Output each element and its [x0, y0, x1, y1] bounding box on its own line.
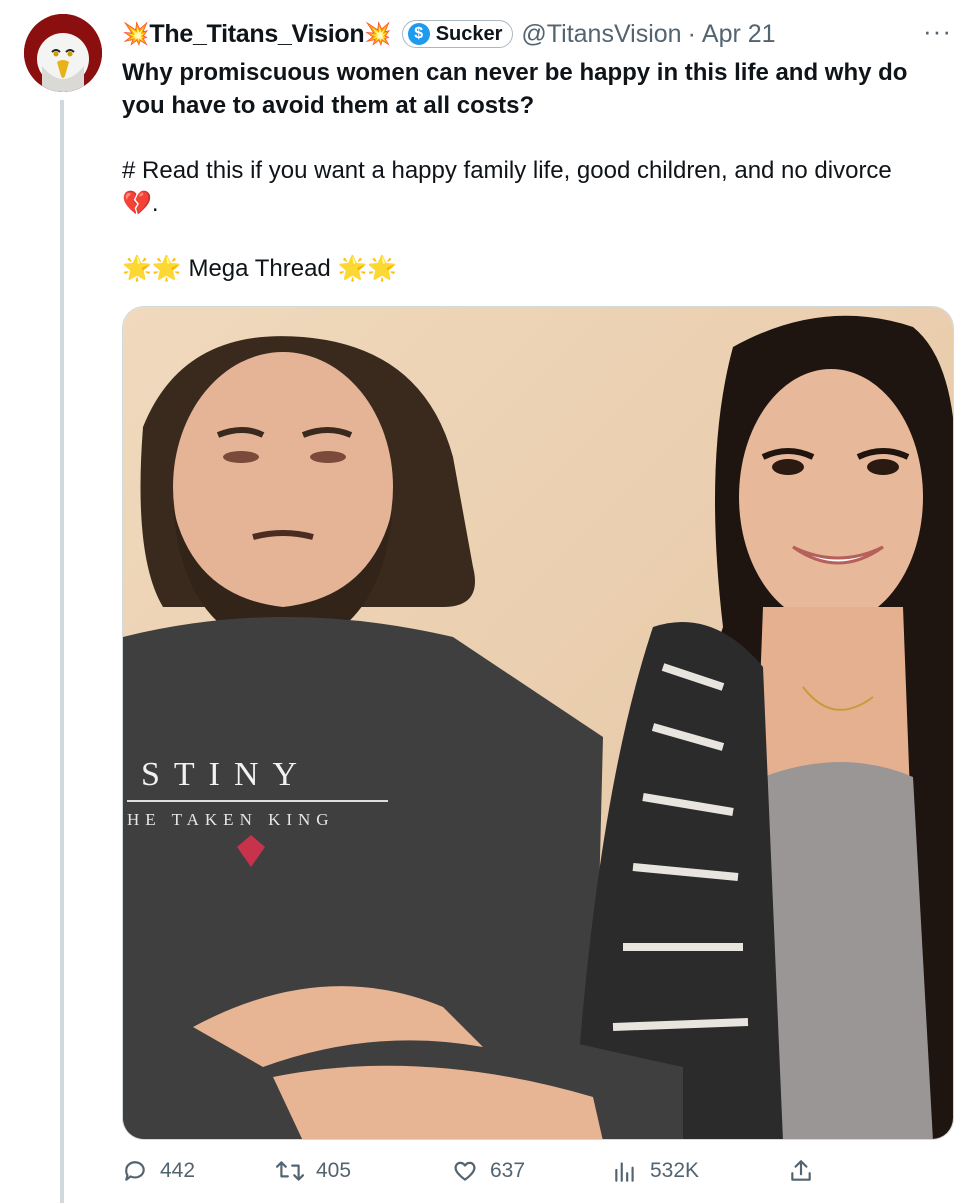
badge-label: Sucker: [435, 22, 503, 45]
user-handle[interactable]: @TitansVision: [521, 20, 681, 49]
photo-illustration: STINY HE TAKEN KING: [123, 307, 953, 1139]
mega-thread-line: 🌟🌟 Mega Thread 🌟🌟: [122, 252, 952, 285]
views-button[interactable]: 532K: [612, 1158, 699, 1184]
separator-dot: ·: [687, 19, 696, 48]
thread-line: [60, 100, 64, 1203]
share-icon: [791, 1160, 811, 1181]
shirt-subtext: HE TAKEN KING: [127, 810, 335, 829]
tweet-title: Why promiscuous women can never be happy…: [122, 59, 908, 119]
view-count: 532K: [650, 1159, 700, 1182]
repost-count: 405: [316, 1159, 352, 1182]
shirt-text: STINY: [141, 756, 311, 793]
tweet-actions: 442 405 637 532K: [122, 1158, 952, 1194]
dollar-icon: $: [407, 23, 430, 45]
reply-button[interactable]: 442: [122, 1158, 195, 1184]
reply-count: 442: [160, 1159, 196, 1182]
like-count: 637: [490, 1159, 526, 1182]
tweet-date[interactable]: Apr 21: [702, 20, 776, 49]
tweet-line-text: # Read this if you want a happy family l…: [122, 157, 892, 184]
line-end-period: .: [151, 190, 159, 217]
repost-icon: [276, 1161, 304, 1181]
tweet-header: 💥 The_Titans_Vision 💥 $ Sucker @TitansVi…: [122, 16, 956, 52]
like-button[interactable]: 637: [452, 1158, 525, 1184]
repost-button[interactable]: 405: [276, 1158, 351, 1184]
tweet-text: Why promiscuous women can never be happy…: [122, 56, 952, 285]
tweet-line-read-this: # Read this if you want a happy family l…: [122, 154, 952, 220]
star-icon: 🌟: [151, 255, 182, 282]
share-button[interactable]: [788, 1158, 814, 1184]
star-icon: 🌟: [122, 255, 152, 282]
reply-icon: [125, 1161, 145, 1181]
eagle-avatar-icon: [24, 14, 102, 92]
subscription-badge[interactable]: $ Sucker: [401, 20, 514, 48]
display-name[interactable]: The_Titans_Vision: [149, 20, 364, 49]
star-icon: 🌟: [337, 255, 368, 282]
mega-thread-label: Mega Thread: [188, 255, 331, 282]
tweet-photo[interactable]: STINY HE TAKEN KING: [122, 306, 954, 1140]
more-options-button[interactable]: ···: [923, 16, 952, 47]
avatar[interactable]: [24, 14, 102, 92]
views-icon: [615, 1162, 634, 1182]
burst-emoji-icon: 💥: [122, 21, 150, 46]
heart-icon: [454, 1161, 476, 1181]
star-icon: 🌟: [367, 255, 398, 282]
burst-emoji-icon: 💥: [364, 21, 392, 46]
broken-heart-icon: 💔: [122, 190, 152, 217]
